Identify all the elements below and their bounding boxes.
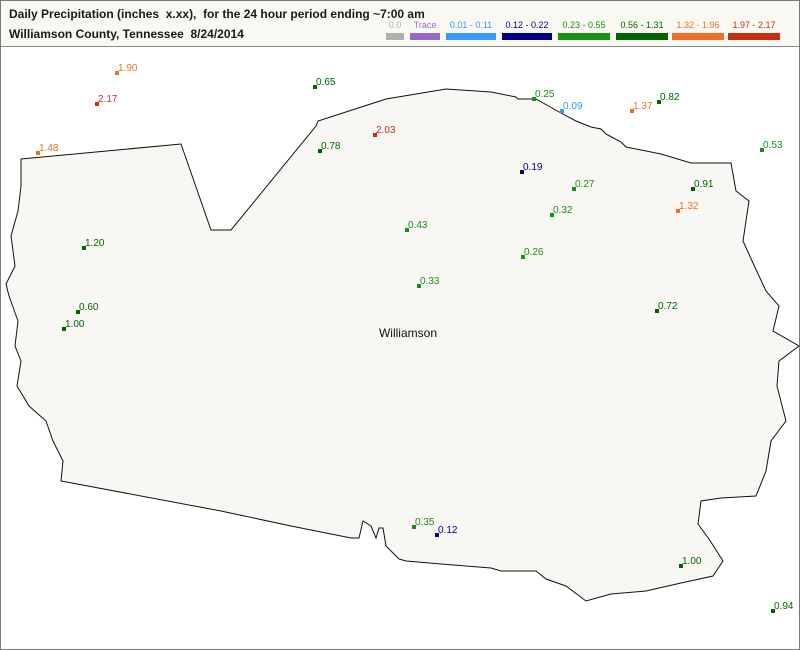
station-value-label: 2.03 — [376, 125, 396, 136]
station-value-label: 2.17 — [98, 94, 118, 105]
station-marker: 0.72 — [655, 301, 678, 313]
station-value-label: 0.32 — [553, 205, 573, 216]
station-marker: 1.00 — [679, 556, 702, 568]
station-marker: 0.65 — [313, 77, 336, 89]
station-value-label: 1.48 — [39, 143, 59, 154]
station-value-label: 0.19 — [523, 162, 543, 173]
station-marker: 0.09 — [560, 101, 583, 113]
station-marker: 0.60 — [76, 302, 99, 314]
station-value-label: 1.90 — [118, 63, 138, 74]
station-value-label: 0.91 — [694, 179, 714, 190]
station-value-label: 1.37 — [633, 101, 653, 112]
station-marker: 1.37 — [630, 101, 653, 113]
station-value-label: 0.25 — [535, 89, 555, 100]
station-marker: 2.03 — [373, 125, 396, 137]
station-marker: 1.00 — [62, 319, 85, 331]
county-name-label: Williamson — [379, 326, 437, 340]
station-marker: 0.26 — [521, 247, 544, 259]
station-value-label: 0.82 — [660, 92, 680, 103]
station-value-label: 0.09 — [563, 101, 583, 112]
station-value-label: 0.94 — [774, 601, 794, 612]
station-value-label: 0.60 — [79, 302, 99, 313]
station-marker: 0.82 — [657, 92, 680, 104]
station-marker: 0.78 — [318, 141, 341, 153]
station-marker: 0.12 — [435, 525, 458, 537]
station-value-label: 0.65 — [316, 77, 336, 88]
station-value-label: 0.27 — [575, 179, 595, 190]
station-marker: 0.35 — [412, 517, 435, 529]
station-marker: 0.94 — [771, 601, 794, 613]
station-value-label: 0.43 — [408, 220, 428, 231]
station-marker: 1.32 — [676, 201, 699, 213]
station-marker: 0.91 — [691, 179, 714, 191]
station-marker: 1.90 — [115, 63, 138, 75]
station-value-label: 1.32 — [679, 201, 699, 212]
station-value-label: 0.78 — [321, 141, 341, 152]
station-value-label: 0.33 — [420, 276, 440, 287]
map-canvas: Williamson 1.90 2.17 0.65 1.48 0.25 0.09 1.37 0… — [5, 63, 799, 613]
station-marker: 0.43 — [405, 220, 428, 232]
station-value-label: 0.12 — [438, 525, 458, 536]
station-value-label: 1.00 — [65, 319, 85, 330]
station-marker: 1.20 — [82, 238, 105, 250]
county-outline — [5, 88, 799, 602]
station-marker: 0.19 — [520, 162, 543, 174]
station-marker: 0.25 — [532, 89, 555, 101]
station-marker: 0.53 — [760, 140, 783, 152]
station-marker: 1.48 — [36, 143, 59, 155]
station-value-label: 0.72 — [658, 301, 678, 312]
station-value-label: 1.20 — [85, 238, 105, 249]
station-marker: 0.27 — [572, 179, 595, 191]
station-marker: 0.32 — [550, 205, 573, 217]
map-frame: Daily Precipitation (inches x.xx), for t… — [0, 0, 800, 650]
station-value-label: 0.35 — [415, 517, 435, 528]
station-marker: 0.33 — [417, 276, 440, 288]
station-value-label: 0.53 — [763, 140, 783, 151]
station-value-label: 1.00 — [682, 556, 702, 567]
station-marker: 2.17 — [95, 94, 118, 106]
station-value-label: 0.26 — [524, 247, 544, 258]
